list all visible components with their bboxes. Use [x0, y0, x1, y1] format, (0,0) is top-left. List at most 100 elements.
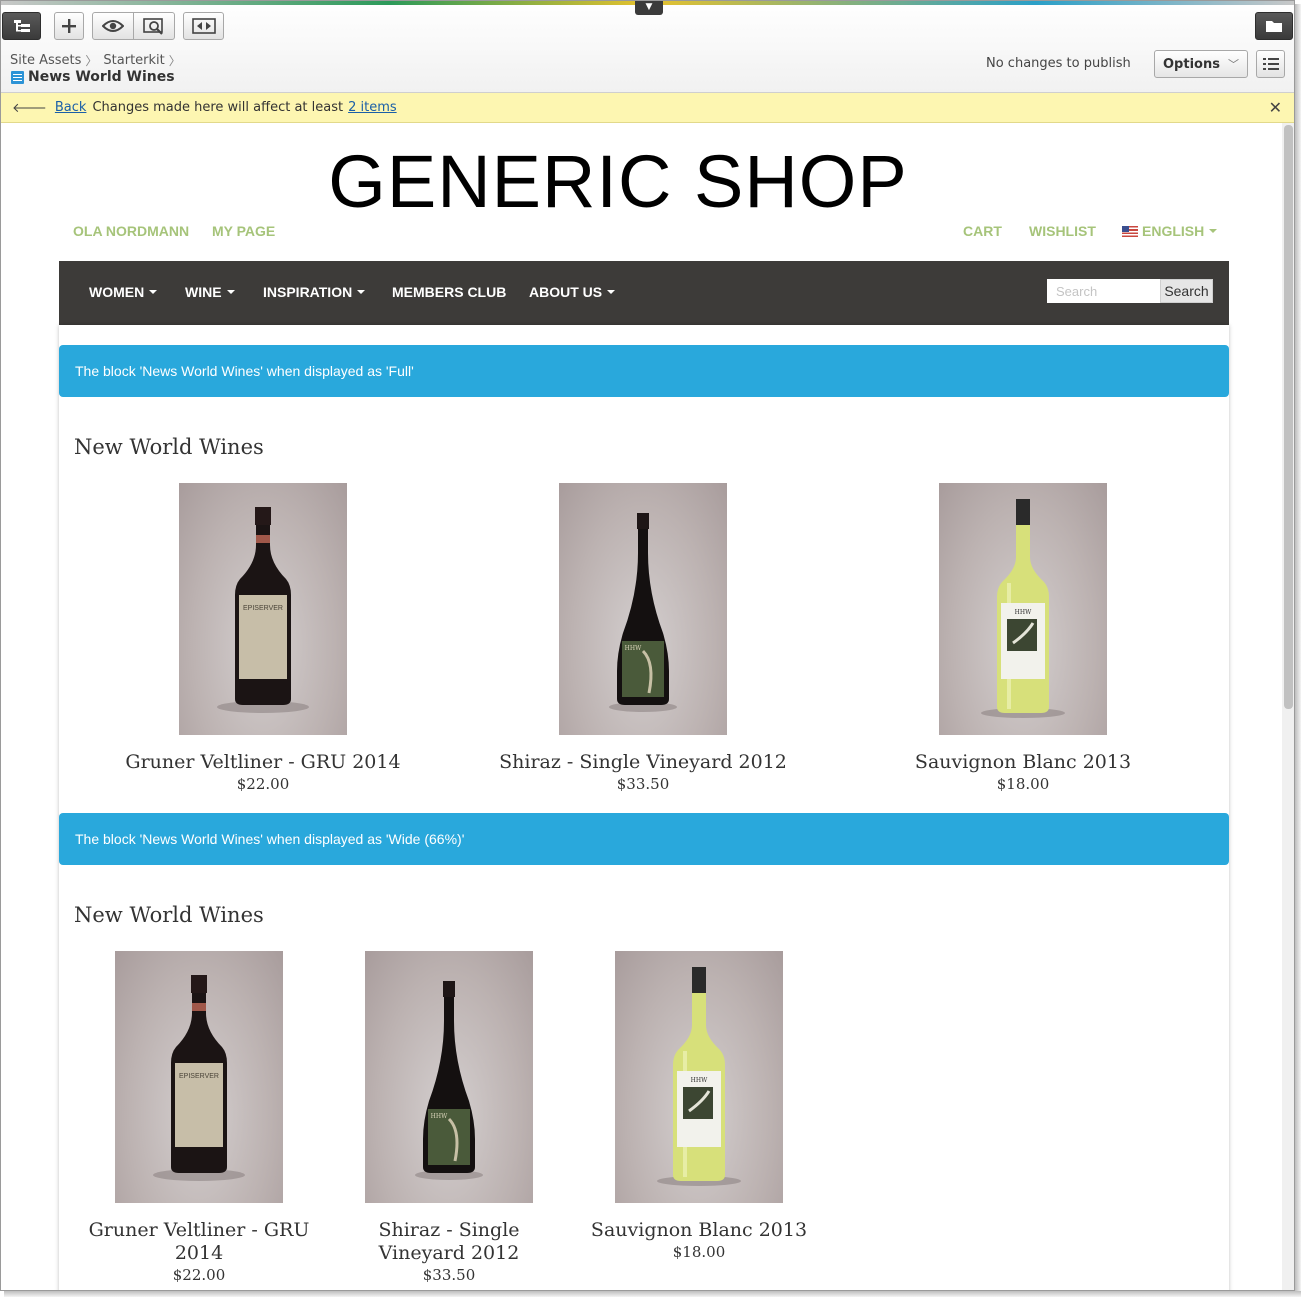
product-price: $33.50 — [422, 1266, 476, 1284]
nav-item-wine[interactable]: WINE — [185, 284, 235, 300]
items-link[interactable]: 2 items — [348, 100, 397, 115]
product-name[interactable]: Shiraz - Single Vineyard 2012 — [470, 751, 816, 774]
user-name-link[interactable]: OLA NORDMANN — [73, 223, 189, 239]
chevron-down-icon: ▼ — [645, 2, 653, 12]
language-label: ENGLISH — [1142, 223, 1205, 239]
caret-down-icon — [357, 290, 366, 294]
tree-icon — [13, 20, 30, 32]
site-search-input[interactable] — [1047, 279, 1160, 303]
shared-block-notice: 🡐 Back Changes made here will affect at … — [1, 93, 1294, 123]
red-wine-bottle-icon: EPISERVER — [153, 975, 245, 1181]
folder-icon — [1266, 21, 1282, 32]
bottle-label-text: HHW — [691, 1077, 708, 1084]
nav-item-about-us[interactable]: ABOUT US — [529, 284, 616, 300]
bottle-label-text: EPISERVER — [179, 1073, 219, 1080]
us-flag-icon — [1122, 226, 1138, 237]
caret-down-icon — [607, 290, 616, 294]
preview-button[interactable] — [93, 13, 133, 39]
wishlist-link[interactable]: WISHLIST — [1029, 223, 1096, 239]
window-shadow — [4, 1291, 1301, 1297]
white-wine-bottle-icon: HHW — [981, 499, 1065, 718]
scrollbar-thumb[interactable] — [1284, 125, 1293, 709]
red-wine-bottle-icon: HHW — [609, 513, 677, 712]
eye-icon — [102, 20, 124, 32]
block-display-banner: The block 'News World Wines' when displa… — [59, 345, 1229, 397]
breadcrumb-item[interactable]: Site Assets — [10, 53, 81, 68]
product-card[interactable]: HHW Sauvignon Blanc 2013 $18.00 — [850, 483, 1196, 793]
caret-down-icon — [149, 290, 158, 294]
bottle-label-text: HHW — [431, 1113, 448, 1120]
close-icon[interactable]: ✕ — [1269, 98, 1282, 117]
cart-link[interactable]: CART — [963, 223, 1002, 239]
product-name[interactable]: Gruner Veltliner - GRU 2014 — [90, 751, 436, 774]
site-title: GENERIC SHOP — [328, 140, 908, 223]
product-name[interactable]: Sauvignon Blanc 2013 — [584, 1219, 814, 1242]
site-search-button[interactable]: Search — [1160, 279, 1213, 303]
product-price: $33.50 — [616, 775, 670, 793]
white-wine-bottle-icon: HHW — [657, 967, 741, 1186]
bottle-label-text: EPISERVER — [243, 605, 283, 612]
cms-edit-window: ▼ Site Assets 〉 Starterkit 〉 News World … — [0, 0, 1295, 1291]
product-card[interactable]: HHW Sauvignon Blanc 2013 $18.00 — [584, 951, 814, 1261]
page-title: News World Wines — [28, 69, 175, 85]
window-shadow — [1295, 4, 1301, 1295]
toggle-compare-button[interactable] — [183, 12, 224, 40]
product-price: $22.00 — [172, 1266, 226, 1284]
back-link[interactable]: Back — [55, 100, 87, 115]
breadcrumb-item[interactable]: Starterkit — [103, 53, 164, 68]
product-name[interactable]: Shiraz - Single Vineyard 2012 — [334, 1219, 564, 1265]
product-image-gruner[interactable]: EPISERVER — [179, 483, 347, 735]
assets-pane-button[interactable] — [1255, 12, 1293, 40]
product-image-shiraz[interactable]: HHW — [365, 951, 533, 1203]
nav-item-members-club[interactable]: MEMBERS CLUB — [392, 284, 506, 300]
toolbar-pull-tab[interactable]: ▼ — [635, 1, 663, 15]
nav-item-women[interactable]: WOMEN — [89, 284, 158, 300]
cms-toolbar: ▼ Site Assets 〉 Starterkit 〉 News World … — [1, 1, 1294, 93]
nav-label: ABOUT US — [529, 284, 603, 300]
product-image-gruner[interactable]: EPISERVER — [115, 951, 283, 1203]
product-image-sauvignon[interactable]: HHW — [939, 483, 1107, 735]
compare-preview-button[interactable] — [133, 13, 174, 39]
red-wine-bottle-icon: HHW — [415, 981, 483, 1180]
product-image-sauvignon[interactable]: HHW — [615, 951, 783, 1203]
product-price: $18.00 — [672, 1243, 726, 1261]
nav-label: INSPIRATION — [263, 284, 353, 300]
language-selector[interactable]: ENGLISH — [1122, 223, 1218, 239]
block-heading: New World Wines — [74, 435, 264, 459]
product-price: $18.00 — [996, 775, 1050, 793]
product-image-shiraz[interactable]: HHW — [559, 483, 727, 735]
product-name[interactable]: Gruner Veltliner - GRU 2014 — [84, 1219, 314, 1265]
caret-down-icon — [226, 290, 235, 294]
block-heading: New World Wines — [74, 903, 264, 927]
swap-arrows-icon — [191, 18, 216, 34]
product-card[interactable]: HHW Shiraz - Single Vineyard 2012 $33.50 — [334, 951, 564, 1284]
nav-label: WOMEN — [89, 284, 145, 300]
block-display-banner: The block 'News World Wines' when displa… — [59, 813, 1229, 865]
content-area: The block 'News World Wines' when displa… — [59, 325, 1229, 1290]
view-mode-group — [92, 12, 175, 40]
nav-item-inspiration[interactable]: INSPIRATION — [263, 284, 366, 300]
page-tree-button[interactable] — [2, 12, 41, 40]
product-card[interactable]: HHW Shiraz - Single Vineyard 2012 $33.50 — [470, 483, 816, 793]
notice-message: Changes made here will affect at least — [92, 100, 344, 115]
arrow-left-icon: 🡐 — [12, 100, 47, 116]
options-button[interactable]: Options ﹀ — [1154, 50, 1248, 78]
publish-status: No changes to publish — [986, 56, 1131, 71]
caret-down-icon — [1209, 229, 1218, 233]
breadcrumb: Site Assets 〉 Starterkit 〉 — [10, 52, 183, 69]
product-name[interactable]: Sauvignon Blanc 2013 — [850, 751, 1196, 774]
add-button[interactable] — [54, 12, 84, 40]
chevron-down-icon: ﹀ — [1227, 58, 1239, 71]
chevron-right-icon: 〉 — [85, 54, 98, 68]
properties-list-button[interactable] — [1256, 50, 1285, 78]
main-navbar: WOMEN WINE INSPIRATION MEMBERS CLUB ABOU… — [59, 261, 1229, 325]
page-title-row: News World Wines — [11, 69, 175, 85]
search-preview-icon — [143, 18, 163, 35]
red-wine-bottle-icon: EPISERVER — [217, 507, 309, 713]
plus-icon — [62, 19, 76, 33]
product-card[interactable]: EPISERVER Gruner Veltliner - GRU 2014 $2… — [90, 483, 436, 793]
my-page-link[interactable]: MY PAGE — [212, 223, 275, 239]
product-card[interactable]: EPISERVER Gruner Veltliner - GRU 2014 $2… — [84, 951, 314, 1284]
block-icon — [11, 70, 24, 84]
options-label: Options — [1163, 56, 1220, 72]
